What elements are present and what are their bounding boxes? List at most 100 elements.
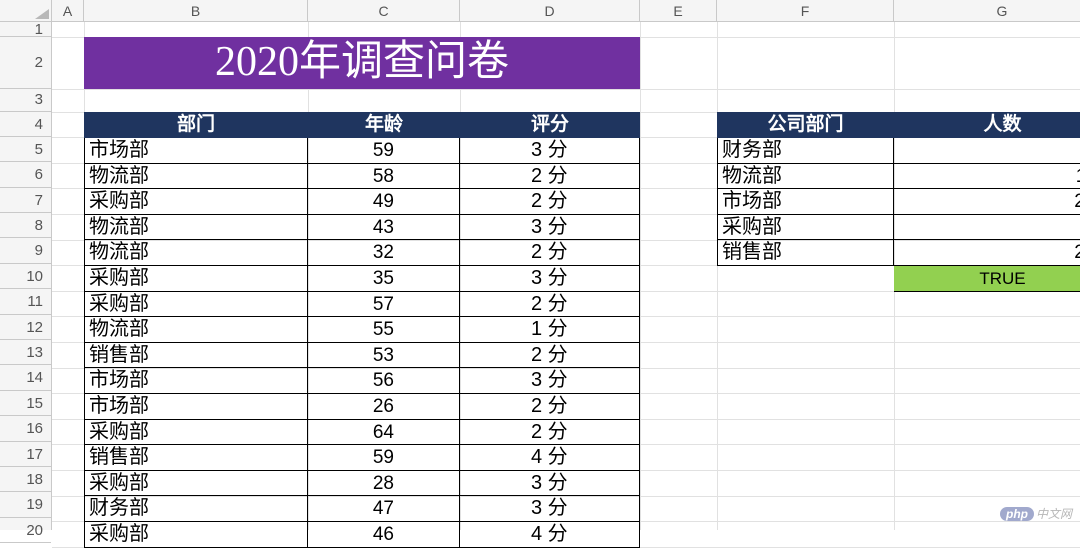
cell-age[interactable]: 59 [308, 445, 459, 470]
row-header-17[interactable]: 17 [0, 442, 51, 467]
column-header-A[interactable]: A [52, 0, 84, 21]
cell-score[interactable]: 4 分 [460, 522, 639, 547]
cell-company-dept[interactable]: 物流部 [718, 164, 894, 189]
cell-age[interactable]: 58 [308, 164, 459, 189]
cell-dept[interactable]: 物流部 [85, 240, 308, 265]
cell-score[interactable]: 2 分 [460, 394, 639, 419]
cell-count[interactable]: 39 [894, 215, 1080, 240]
row-header-8[interactable]: 8 [0, 213, 51, 238]
cell-company-dept[interactable]: 采购部 [718, 215, 894, 240]
cell-dept[interactable]: 市场部 [85, 394, 308, 419]
cell-dept[interactable]: 物流部 [85, 164, 308, 189]
row-header-6[interactable]: 6 [0, 162, 51, 187]
cell-score[interactable]: 1 分 [460, 317, 639, 342]
row-header-7[interactable]: 7 [0, 188, 51, 213]
row-header-18[interactable]: 18 [0, 467, 51, 492]
cell-company-dept[interactable]: 市场部 [718, 189, 894, 214]
cell-age[interactable]: 35 [308, 266, 459, 291]
row-header-1[interactable]: 1 [0, 22, 51, 37]
main-header-dept[interactable]: 部门 [84, 112, 308, 138]
cell-age[interactable]: 43 [308, 215, 459, 240]
spreadsheet-grid[interactable]: 2020年调查问卷 部门 年龄 评分 市场部593 分物流部582 分采购部49… [52, 22, 1080, 530]
column-header-F[interactable]: F [717, 0, 894, 21]
cell-score[interactable]: 2 分 [460, 420, 639, 445]
cell-score[interactable]: 2 分 [460, 189, 639, 214]
cell-score[interactable]: 3 分 [460, 368, 639, 393]
row-header-2[interactable]: 2 [0, 37, 51, 89]
column-header-B[interactable]: B [84, 0, 308, 21]
cell-age[interactable]: 64 [308, 420, 459, 445]
row-header-12[interactable]: 12 [0, 315, 51, 340]
cell-dept[interactable]: 采购部 [85, 189, 308, 214]
cell-age[interactable]: 53 [308, 343, 459, 368]
table-row: 物流部582 分 [85, 164, 639, 190]
row-header-3[interactable]: 3 [0, 89, 51, 112]
main-header-age[interactable]: 年龄 [308, 112, 460, 138]
row-header-11[interactable]: 11 [0, 289, 51, 314]
table-row: 市场部262 分 [85, 394, 639, 420]
cell-dept[interactable]: 物流部 [85, 215, 308, 240]
result-cell[interactable]: TRUE [894, 266, 1080, 292]
cell-dept[interactable]: 市场部 [85, 368, 308, 393]
cell-score[interactable]: 3 分 [460, 471, 639, 496]
column-header-D[interactable]: D [460, 0, 640, 21]
row-header-5[interactable]: 5 [0, 137, 51, 162]
column-header-E[interactable]: E [640, 0, 717, 21]
cell-dept[interactable]: 采购部 [85, 471, 308, 496]
cell-dept[interactable]: 销售部 [85, 445, 308, 470]
cell-age[interactable]: 32 [308, 240, 459, 265]
row-header-19[interactable]: 19 [0, 492, 51, 517]
row-header-15[interactable]: 15 [0, 391, 51, 416]
cell-age[interactable]: 55 [308, 317, 459, 342]
cell-count[interactable]: 235 [894, 240, 1080, 265]
cell-dept[interactable]: 物流部 [85, 317, 308, 342]
side-header-dept[interactable]: 公司部门 [717, 112, 894, 138]
cell-age[interactable]: 47 [308, 496, 459, 521]
cell-age[interactable]: 57 [308, 292, 459, 317]
cell-age[interactable]: 26 [308, 394, 459, 419]
cell-age[interactable]: 28 [308, 471, 459, 496]
watermark-logo: php [1000, 507, 1034, 521]
cell-count[interactable]: 69 [894, 138, 1080, 163]
select-all-cell[interactable] [0, 0, 52, 22]
cell-dept[interactable]: 采购部 [85, 266, 308, 291]
row-header-14[interactable]: 14 [0, 365, 51, 390]
main-header-score[interactable]: 评分 [460, 112, 640, 138]
row-header-13[interactable]: 13 [0, 340, 51, 365]
cell-score[interactable]: 2 分 [460, 343, 639, 368]
column-header-C[interactable]: C [308, 0, 460, 21]
table-row: 财务部473 分 [85, 496, 639, 522]
cell-count[interactable]: 218 [894, 189, 1080, 214]
cell-company-dept[interactable]: 销售部 [718, 240, 894, 265]
table-row: 采购部464 分 [85, 522, 639, 548]
row-header-20[interactable]: 20 [0, 518, 51, 543]
cell-score[interactable]: 2 分 [460, 240, 639, 265]
row-header-4[interactable]: 4 [0, 112, 51, 137]
cell-score[interactable]: 3 分 [460, 215, 639, 240]
cell-dept[interactable]: 市场部 [85, 138, 308, 163]
cell-score[interactable]: 3 分 [460, 138, 639, 163]
cell-score[interactable]: 2 分 [460, 164, 639, 189]
cell-company-dept[interactable]: 财务部 [718, 138, 894, 163]
cell-age[interactable]: 49 [308, 189, 459, 214]
row-header-10[interactable]: 10 [0, 264, 51, 289]
cell-age[interactable]: 56 [308, 368, 459, 393]
cell-score[interactable]: 3 分 [460, 496, 639, 521]
cell-dept[interactable]: 采购部 [85, 420, 308, 445]
cell-age[interactable]: 59 [308, 138, 459, 163]
side-header-count[interactable]: 人数 [894, 112, 1080, 138]
cell-dept[interactable]: 采购部 [85, 292, 308, 317]
cell-score[interactable]: 2 分 [460, 292, 639, 317]
row-header-16[interactable]: 16 [0, 416, 51, 441]
table-row: 物流部551 分 [85, 317, 639, 343]
cell-score[interactable]: 4 分 [460, 445, 639, 470]
cell-dept[interactable]: 采购部 [85, 522, 308, 547]
cell-age[interactable]: 46 [308, 522, 459, 547]
row-header-9[interactable]: 9 [0, 238, 51, 263]
cell-dept[interactable]: 销售部 [85, 343, 308, 368]
cell-dept[interactable]: 财务部 [85, 496, 308, 521]
cell-count[interactable]: 115 [894, 164, 1080, 189]
column-header-G[interactable]: G [894, 0, 1080, 21]
title-merged-cell[interactable]: 2020年调查问卷 [84, 37, 640, 89]
cell-score[interactable]: 3 分 [460, 266, 639, 291]
